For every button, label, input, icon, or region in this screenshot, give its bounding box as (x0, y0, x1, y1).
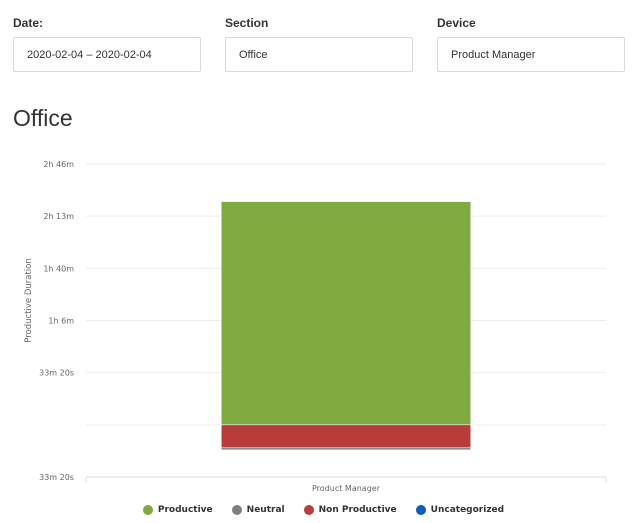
device-select[interactable]: Product Manager (437, 37, 625, 72)
y-tick-label: 33m 20s (39, 369, 74, 378)
legend-dot-icon (303, 505, 314, 515)
section-title: Office (13, 105, 73, 131)
legend-dot-icon (142, 505, 153, 515)
productivity-chart: 33m 20s 33m 20s 1h 6m 1h 40m 2h 13m 2h 46m Pr… (24, 160, 607, 493)
legend-label: Productive (157, 505, 213, 515)
legend-label: Non Productive (318, 505, 397, 515)
bar-non-productive (220, 424, 472, 449)
bars (220, 201, 472, 451)
y-tick-label: 2h 46m (43, 160, 74, 169)
y-tick-label: 2h 13m (43, 212, 74, 221)
legend-label: Uncategorized (430, 505, 505, 515)
legend-dot-icon (415, 505, 426, 515)
chart-legend: Productive Neutral Non Productive Uncategor… (0, 505, 642, 515)
section-filter-label: Section (225, 16, 269, 30)
date-range-picker[interactable]: 2020-02-04 – 2020-02-04 (13, 37, 201, 72)
y-axis-title: Productive Duration (24, 258, 34, 343)
date-filter: Date: 2020-02-04 – 2020-02-04 (13, 16, 201, 72)
y-tick-label: 1h 6m (48, 317, 74, 326)
y-tick-label: 33m 20s (39, 473, 74, 482)
y-tick-label: 1h 40m (43, 264, 74, 273)
section-select[interactable]: Office (225, 37, 413, 72)
device-filter-label: Device (437, 16, 476, 30)
bar-neutral (220, 447, 472, 451)
legend-item-neutral[interactable]: Neutral (227, 505, 285, 515)
legend-item-uncategorized[interactable]: Uncategorized (411, 505, 504, 515)
y-axis-ticks: 33m 20s 33m 20s 1h 6m 1h 40m 2h 13m 2h 46m (39, 160, 74, 482)
x-axis-labels: Product Manager (312, 484, 381, 493)
section-filter: Section Office (225, 16, 413, 72)
legend-item-non-productive[interactable]: Non Productive (299, 505, 397, 515)
legend-item-productive[interactable]: Productive (138, 505, 213, 515)
bar-productive (220, 201, 472, 426)
x-category-label: Product Manager (312, 484, 381, 493)
device-filter: Device Product Manager (437, 16, 625, 72)
legend-label: Neutral (246, 505, 285, 515)
date-filter-label: Date: (13, 16, 44, 30)
legend-dot-icon (231, 505, 242, 515)
